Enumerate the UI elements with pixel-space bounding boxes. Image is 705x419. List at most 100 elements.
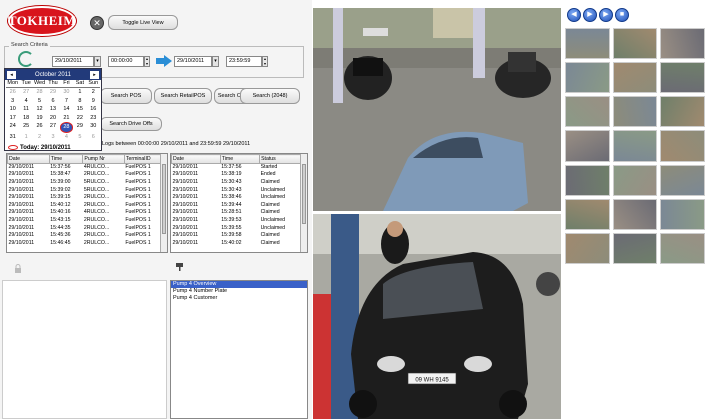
refresh-icon[interactable] <box>18 51 34 67</box>
table-row[interactable]: 29/10/2011 15:39:55 Unclaimed <box>172 224 307 232</box>
toggle-live-view-button[interactable]: Toggle Live View <box>108 15 178 30</box>
table-row[interactable]: 29/10/2011 15:44:35 2RULCO... FuelPOS 1 <box>8 224 167 232</box>
from-date-field[interactable]: 29/10/2011 <box>52 56 94 67</box>
status-table[interactable]: Date Time Status 29/10/2011 15:37:56 Started 2… <box>170 153 308 253</box>
list-item[interactable]: Pump 4 Customer <box>171 295 307 302</box>
table-row[interactable]: 29/10/2011 15:30:43 Claimed <box>172 179 307 187</box>
today-label[interactable]: Today: 29/10/2011 <box>8 145 71 151</box>
calendar-day[interactable]: 23 <box>87 114 100 123</box>
camera-thumbnail[interactable] <box>612 130 658 162</box>
calendar-day[interactable]: 1 <box>19 133 32 142</box>
calendar-day[interactable]: 4 <box>19 97 32 106</box>
column-header[interactable]: Time <box>48 154 84 164</box>
camera-view-pump4[interactable]: 09 WH 9145 <box>313 214 561 419</box>
tab-search-pos[interactable]: Search POS <box>100 88 152 104</box>
table-row[interactable]: 29/10/2011 15:40:16 4RULCO... FuelPOS 1 <box>8 209 167 217</box>
table-row[interactable]: 29/10/2011 15:37:56 Started <box>172 164 307 172</box>
to-date-dropdown-icon[interactable]: ▾ <box>212 56 219 67</box>
table-row[interactable]: 29/10/2011 15:39:53 Unclaimed <box>172 217 307 225</box>
table-row[interactable]: 29/10/2011 15:39:44 Claimed <box>172 201 307 209</box>
tab-search-2048[interactable]: Search (2048) <box>240 88 300 104</box>
column-header[interactable]: Pump Nr <box>82 154 125 164</box>
camera-thumbnail[interactable] <box>565 164 610 196</box>
to-date-field[interactable]: 29/10/2011 <box>174 56 212 67</box>
table-row[interactable]: 29/10/2011 15:38:19 Ended <box>172 171 307 179</box>
camera-thumbnail[interactable] <box>565 96 610 128</box>
camera-thumbnail[interactable] <box>565 62 610 94</box>
calendar-day[interactable]: 18 <box>19 114 32 123</box>
calendar-day[interactable]: 14 <box>60 105 73 114</box>
camera-view-forecourt[interactable] <box>313 8 561 211</box>
calendar-day[interactable]: 7 <box>60 97 73 106</box>
calendar-day[interactable]: 30 <box>87 122 100 133</box>
calendar-day[interactable]: 30 <box>60 88 73 97</box>
calendar-day[interactable]: 17 <box>6 114 19 123</box>
calendar-day[interactable]: 3 <box>6 97 19 106</box>
play-back-icon[interactable]: ▶ <box>583 8 597 22</box>
camera-thumbnail[interactable] <box>565 28 610 60</box>
table-row[interactable]: 29/10/2011 15:38:47 2RULCO... FuelPOS 1 <box>8 171 167 179</box>
calendar-day[interactable]: 28 <box>59 122 74 133</box>
calendar-day[interactable]: 1 <box>73 88 86 97</box>
calendar-day[interactable]: 22 <box>73 114 86 123</box>
table-row[interactable]: 29/10/2011 15:46:45 2RULCO... FuelPOS 1 <box>8 239 167 247</box>
list-item[interactable]: Pump 4 Number Plate <box>171 288 307 295</box>
calendar-day[interactable]: 25 <box>19 122 32 133</box>
column-header[interactable]: Time <box>219 154 261 164</box>
calendar-day[interactable]: 27 <box>46 122 59 133</box>
table-row[interactable]: 29/10/2011 15:40:12 2RULCO... FuelPOS 1 <box>8 201 167 209</box>
camera-thumbnail[interactable] <box>612 232 658 264</box>
calendar-day[interactable]: 2 <box>33 133 46 142</box>
table-row[interactable]: 29/10/2011 15:39:58 Claimed <box>172 232 307 240</box>
camera-thumbnail[interactable] <box>660 164 705 196</box>
camera-view-list[interactable]: Pump 4 Overview Pump 4 Number Plate Pump 4… <box>170 280 308 419</box>
calendar-day[interactable]: 13 <box>46 105 59 114</box>
calendar-day[interactable]: 6 <box>87 133 100 142</box>
column-header[interactable]: Date <box>171 154 221 164</box>
from-date-dropdown-icon[interactable]: ▾ <box>94 56 101 67</box>
table-row[interactable]: 29/10/2011 15:38:46 Unclaimed <box>172 194 307 202</box>
camera-thumbnail[interactable] <box>660 198 705 230</box>
next-month-icon[interactable]: ▸ <box>89 70 99 79</box>
table-row[interactable]: 29/10/2011 15:39:02 5RULCO... FuelPOS 1 <box>8 186 167 194</box>
camera-thumbnail-grid[interactable] <box>565 28 705 264</box>
calendar-day[interactable]: 2 <box>87 88 100 97</box>
calendar-day[interactable]: 3 <box>46 133 59 142</box>
from-time-field[interactable]: 00:00:00 <box>108 56 144 67</box>
table-row[interactable]: 29/10/2011 15:39:00 5RULCO... FuelPOS 1 <box>8 179 167 187</box>
calendar-day[interactable]: 5 <box>73 133 86 142</box>
rewind-icon[interactable]: ◀ <box>567 8 581 22</box>
table-row[interactable]: 29/10/2011 15:43:15 2RULCO... FuelPOS 1 <box>8 217 167 225</box>
calendar-day[interactable]: 27 <box>19 88 32 97</box>
table-row[interactable]: 29/10/2011 15:45:36 2RULCO... FuelPOS 1 <box>8 232 167 240</box>
calendar-day[interactable]: 4 <box>60 133 73 142</box>
camera-thumbnail[interactable] <box>660 96 705 128</box>
transactions-scrollbar[interactable] <box>160 154 167 252</box>
calendar-day[interactable]: 10 <box>6 105 19 114</box>
table-row[interactable]: 29/10/2011 15:39:15 2RULCO... FuelPOS 1 <box>8 194 167 202</box>
calendar-day[interactable]: 9 <box>87 97 100 106</box>
to-time-field[interactable]: 23:59:59 <box>226 56 262 67</box>
camera-thumbnail[interactable] <box>612 198 658 230</box>
calendar-day[interactable]: 16 <box>87 105 100 114</box>
camera-thumbnail[interactable] <box>660 62 705 94</box>
calendar-day[interactable]: 5 <box>33 97 46 106</box>
table-row[interactable]: 29/10/2011 15:30:43 Unclaimed <box>172 186 307 194</box>
calendar-day[interactable]: 28 <box>33 88 46 97</box>
calendar-day[interactable]: 26 <box>33 122 46 133</box>
table-row[interactable]: 29/10/2011 15:37:56 4RULCO... FuelPOS 1 <box>8 164 167 172</box>
camera-thumbnail[interactable] <box>612 164 658 196</box>
transactions-table[interactable]: Date Time Pump Nr TerminalID 29/10/2011 15:37… <box>6 153 168 253</box>
tab-search-retailpos[interactable]: Search RetailPOS <box>154 88 212 104</box>
calendar-day[interactable]: 11 <box>19 105 32 114</box>
calendar-day[interactable]: 20 <box>46 114 59 123</box>
camera-thumbnail[interactable] <box>565 232 610 264</box>
camera-thumbnail[interactable] <box>612 96 658 128</box>
column-header[interactable]: Date <box>7 154 50 164</box>
stop-icon[interactable]: ■ <box>615 8 629 22</box>
calendar-dropdown[interactable]: ◂ October 2011 ▸ Mon Tue Wed Thu Fri Sat Sun 26… <box>4 68 102 151</box>
to-time-spinner[interactable]: ▴ ▾ <box>262 56 268 67</box>
camera-thumbnail[interactable] <box>565 198 610 230</box>
table-row[interactable]: 29/10/2011 15:40:02 Claimed <box>172 239 307 247</box>
calendar-day[interactable]: 29 <box>73 122 86 133</box>
